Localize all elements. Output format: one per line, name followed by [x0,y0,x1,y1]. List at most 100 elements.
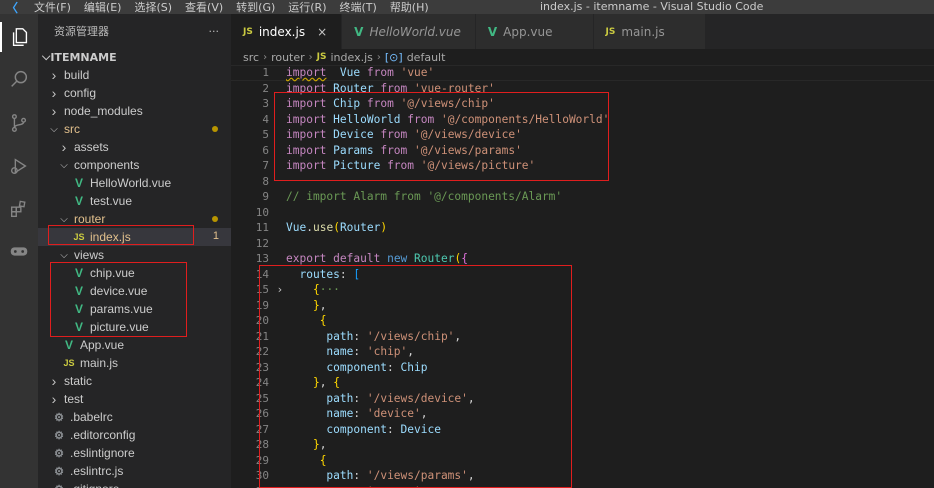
tab-helloworld-vue[interactable]: V HelloWorld.vue [342,14,476,49]
menu-go[interactable]: 转到(G) [236,0,275,15]
code-token: default [333,252,381,265]
code-line: path: '/views/device', [286,391,934,407]
tree-file[interactable]: Vtest.vue [38,192,231,210]
code-content[interactable]: import Vue from 'vue' import Router from … [286,65,934,488]
source-control-icon[interactable] [0,108,38,138]
code-token: Device [400,422,441,436]
code-token: from [380,128,408,141]
tree-file[interactable]: ⚙ .eslintignore [38,444,231,462]
more-actions-icon[interactable]: ··· [209,25,220,38]
tree-file[interactable]: V HelloWorld.vue [38,174,231,192]
code-token: } [312,298,320,312]
tree-item-label: index.js [90,230,131,244]
tree-file[interactable]: Vparams.vue [38,300,231,318]
tree-file[interactable]: ⚙ .gitignore [38,480,231,488]
code-line: }, { [286,375,934,391]
menu-selection[interactable]: 选择(S) [134,0,172,15]
code-token: from [366,66,394,79]
menu-file[interactable]: 文件(F) [34,0,71,15]
line-number: 9 [262,190,269,203]
js-file-icon: JS [73,232,85,242]
tree-folder[interactable]: › node_modules [38,102,231,120]
extensions-icon[interactable] [0,194,38,224]
code-token: , [454,329,462,343]
chevron-right-icon: › [51,67,57,83]
tree-file[interactable]: V App.vue [38,336,231,354]
code-token: : [353,391,367,405]
tab-main-js[interactable]: JS main.js [593,14,706,49]
menu-view[interactable]: 查看(V) [185,0,223,15]
tree-folder[interactable]: › static [38,372,231,390]
tree-folder[interactable]: ⌵ src [38,120,231,138]
tree-file[interactable]: ⚙ .babelrc [38,408,231,426]
vue-file-icon: V [74,302,83,316]
tab-label: index.js [258,24,306,39]
tree-file[interactable]: JS main.js [38,354,231,372]
code-token: , [319,438,327,451]
tree-folder[interactable]: › assets [38,138,231,156]
code-token: Params [326,143,374,157]
line-number: 27 [255,422,269,436]
search-icon[interactable] [0,64,38,94]
tree-folder[interactable]: › test [38,390,231,408]
tree-file[interactable]: Vdevice.vue [38,282,231,300]
fold-chevron-right-icon[interactable]: › [273,282,287,298]
breadcrumb-src[interactable]: src [243,51,259,64]
code-line: { [286,453,934,469]
tree-file[interactable]: JS index.js 1 [38,228,231,246]
code-token: . [306,221,313,234]
menu-terminal[interactable]: 终端(T) [340,0,377,15]
tree-file[interactable]: Vchip.vue [38,264,231,282]
tree-item-label: .eslintrc.js [70,464,124,478]
breadcrumb-file[interactable]: index.js [331,51,373,64]
js-file-icon: JS [316,52,327,62]
tab-app-vue[interactable]: V App.vue [475,14,594,49]
tree-file[interactable]: Vpicture.vue [38,318,231,336]
chevron-down-icon: ⌵ [42,50,51,63]
title-bar: 〈 文件(F) 编辑(E) 选择(S) 查看(V) 转到(G) 运行(R) 终端… [0,0,934,15]
tree-file[interactable]: ⚙ .eslintrc.js [38,462,231,480]
tab-index-js[interactable]: JS index.js × [231,14,343,49]
tab-label: main.js [621,24,665,39]
vue-file-icon: V [487,24,498,39]
chevron-down-icon: ⌵ [60,159,68,171]
menu-edit[interactable]: 编辑(E) [84,0,122,15]
explorer-title: 资源管理器 [54,25,109,38]
files-icon[interactable] [0,22,38,52]
code-editor[interactable]: 1 2 3 4 5 6 7 8 9 10 11 12 13 14 15 19 20 21 22 23 24 25 26 27 2… [231,65,934,488]
code-token: : [339,267,354,281]
code-token: Router [414,252,455,265]
tree-folder[interactable]: ⌵ router [38,210,231,228]
chevron-right-icon: › [51,373,57,389]
code-token: Chip [326,97,361,110]
tree-file[interactable]: ⚙ .editorconfig [38,426,231,444]
menu-run[interactable]: 运行(R) [288,0,326,15]
code-line: }, [286,298,934,314]
code-token: : [353,485,366,488]
chevron-down-icon: ⌵ [60,213,68,225]
tree-folder[interactable]: ⌵ components [38,156,231,174]
code-token: , [407,345,415,358]
workspace-root[interactable]: ⌵ ITEMNAME [38,48,231,66]
code-line: import Chip from '@/views/chip' [286,96,934,112]
menu-help[interactable]: 帮助(H) [390,0,429,15]
code-token: Picture [326,159,381,172]
breadcrumb-router[interactable]: router [271,51,305,64]
code-line: name: 'chip', [286,344,934,360]
tree-folder[interactable]: › config [38,84,231,102]
js-file-icon: JS [243,26,253,37]
code-token: } [312,438,320,451]
line-number: 20 [255,314,269,327]
breadcrumb-symbol[interactable]: default [407,51,446,64]
tree-folder[interactable]: ⌵ views [38,246,231,264]
code-token: import [286,128,327,141]
remote-icon[interactable] [0,236,38,266]
tree-folder[interactable]: › build [38,66,231,84]
vue-file-icon: V [74,266,83,280]
code-line: {··· [286,282,934,298]
run-debug-icon[interactable] [0,151,38,181]
close-icon[interactable]: × [317,25,327,39]
code-token: '@/views/chip' [400,97,495,110]
